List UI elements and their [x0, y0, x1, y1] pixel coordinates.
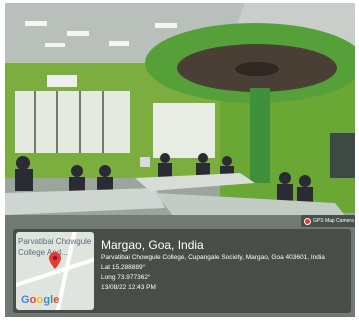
latitude: Lat 15.288889° [101, 264, 146, 271]
signboard [47, 75, 77, 87]
location-pin-icon [49, 252, 61, 269]
photo-frame: GPS Map Camera Parvatibai Chowgule Colle… [5, 3, 355, 317]
monitor [140, 157, 150, 167]
location-title: Margao, Goa, India [101, 238, 204, 252]
timestamp: 13/08/22 12:43 PM [101, 284, 156, 291]
window-left [15, 91, 130, 153]
pillar [250, 88, 270, 183]
right-wall-panel [330, 133, 355, 178]
location-overlay: Parvatibai Chowgule College And... Googl… [13, 229, 351, 313]
google-letter: e [53, 294, 60, 306]
longitude: Long 73.977362° [101, 274, 151, 281]
google-letter: G [21, 294, 30, 306]
mini-map: Parvatibai Chowgule College And... Googl… [16, 232, 94, 310]
window-right [153, 103, 215, 158]
location-pin-icon [304, 217, 311, 225]
location-address: Parvatibai Chowgule College, Cupangale S… [101, 254, 325, 261]
google-logo: Google [21, 294, 60, 306]
location-info: Margao, Goa, India Parvatibai Chowgule C… [101, 237, 347, 293]
gps-camera-badge: GPS Map Camera [301, 215, 355, 227]
desk-left [5, 188, 165, 215]
ceiling-fan-center [235, 62, 279, 76]
badge-label: GPS Map Camera [313, 218, 354, 224]
